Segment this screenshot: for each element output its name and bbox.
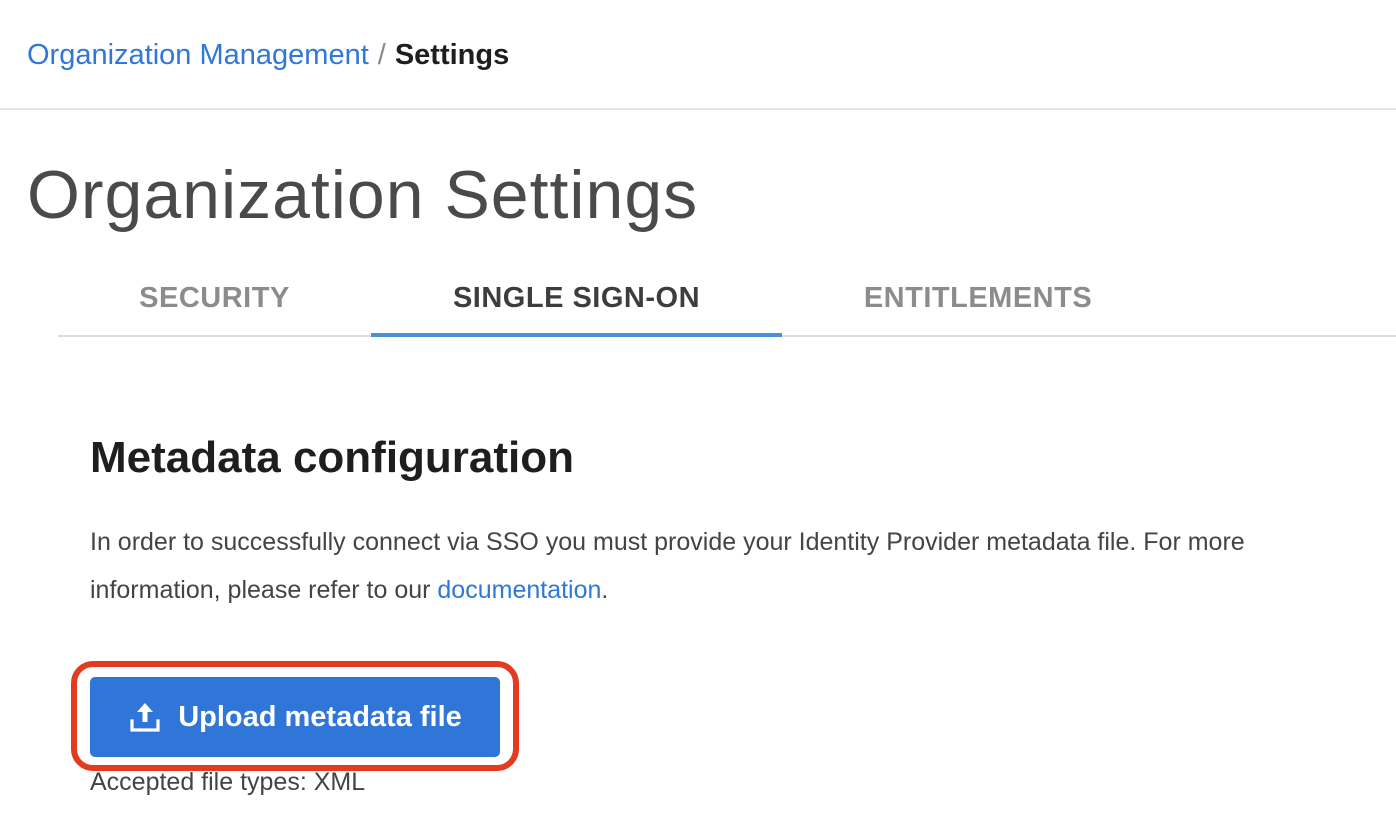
tab-single-sign-on[interactable]: SINGLE SIGN-ON [371,262,782,337]
description-end: . [601,576,609,604]
page-title: Organization Settings [27,157,699,233]
metadata-configuration-heading: Metadata configuration [90,433,575,482]
breadcrumb: Organization Management / Settings [27,36,509,74]
breadcrumb-organization-management-link[interactable]: Organization Management [27,39,369,71]
metadata-description: In order to successfully connect via SSO… [90,518,1380,614]
breadcrumb-current-settings: Settings [394,39,510,71]
upload-icon [128,700,162,734]
description-text: In order to successfully connect via SSO… [90,528,1245,604]
organization-settings-page: Organization Management / Settings Organiz… [0,0,1396,836]
tab-entitlements[interactable]: ENTITLEMENTS [782,262,1174,335]
upload-metadata-file-button[interactable]: Upload metadata file [90,677,500,757]
tab-security[interactable]: SECURITY [58,262,371,335]
documentation-link[interactable]: documentation [437,576,601,604]
accepted-file-types: Accepted file types: XML [90,768,366,796]
upload-button-label: Upload metadata file [178,700,462,733]
breadcrumb-separator: / [377,39,386,71]
settings-tabs: SECURITY SINGLE SIGN-ON ENTITLEMENTS [58,262,1396,337]
breadcrumb-bar: Organization Management / Settings [0,0,1396,110]
